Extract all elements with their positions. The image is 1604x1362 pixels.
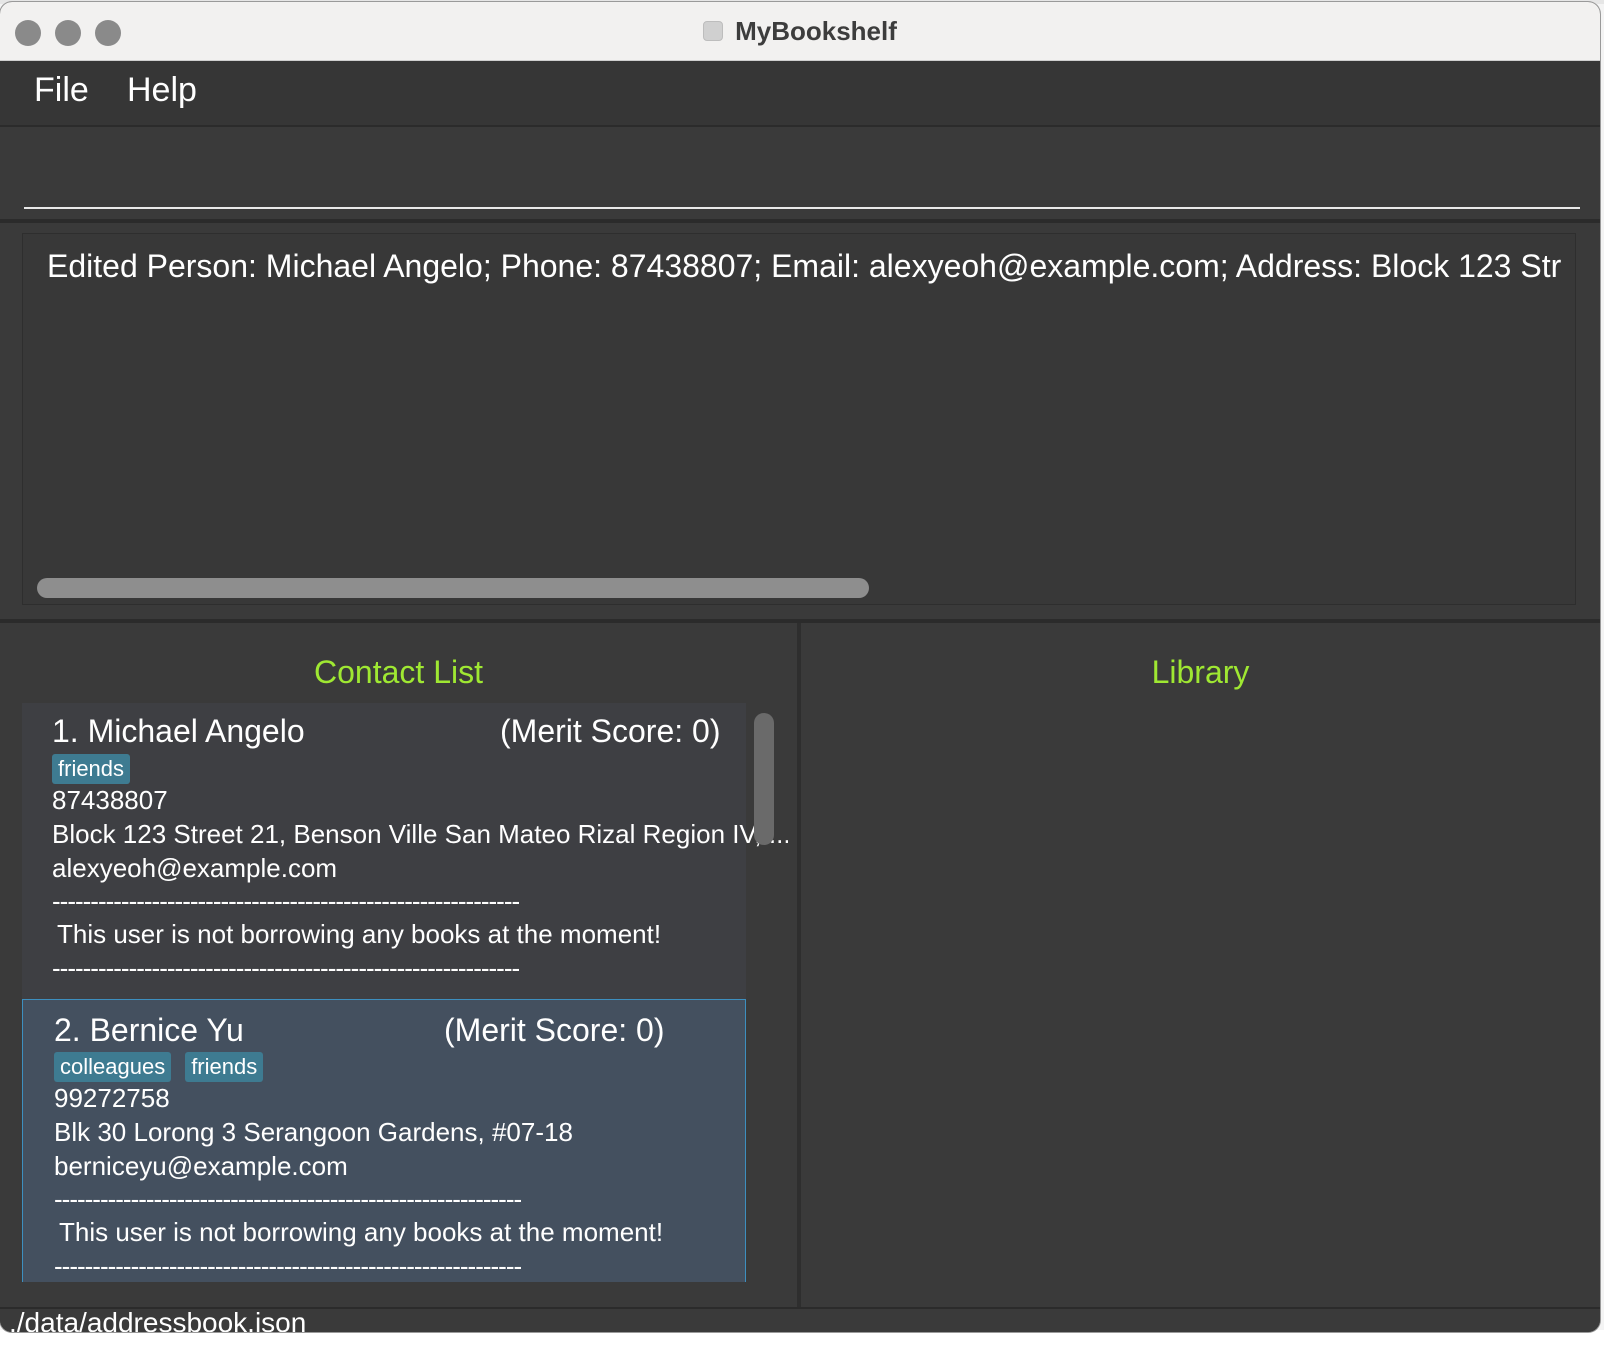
command-box (0, 127, 1600, 219)
window-title-container: MyBookshelf (0, 2, 1600, 60)
menu-file[interactable]: File (34, 71, 89, 110)
contact-list-pane: Contact List 1. Michael Angelo (Merit Sc… (0, 623, 797, 1307)
merit-score: (Merit Score: 0) (444, 1012, 665, 1048)
menu-help[interactable]: Help (127, 71, 197, 110)
contact-card[interactable]: 1. Michael Angelo (Merit Score: 0) frien… (22, 703, 788, 999)
contact-list-title: Contact List (314, 654, 483, 690)
merit-score: (Merit Score: 0) (500, 713, 721, 749)
window-title: MyBookshelf (735, 15, 897, 46)
borrow-status: This user is not borrowing any books at … (57, 919, 662, 949)
separator-line: ----------------------------------------… (52, 886, 520, 916)
result-message: Edited Person: Michael Angelo; Phone: 87… (47, 248, 1562, 284)
app-window: MyBookshelf File Help Edited Person: Mic… (0, 2, 1600, 1332)
contact-address: Blk 30 Lorong 3 Serangoon Gardens, #07-1… (54, 1117, 573, 1147)
contact-address: Block 123 Street 21, Benson Ville San Ma… (52, 819, 788, 849)
library-pane: Library (801, 623, 1600, 1307)
tag-list: colleagues friends (54, 1052, 264, 1082)
vertical-scrollbar[interactable] (754, 713, 774, 845)
tag-badge: friends (185, 1052, 264, 1082)
status-file-path: ./data/addressbook.json (9, 1307, 307, 1332)
tag-badge: friends (52, 754, 131, 784)
contact-name: 1. Michael Angelo (52, 713, 305, 749)
separator-line: ----------------------------------------… (52, 953, 520, 983)
contact-phone: 99272758 (54, 1083, 170, 1113)
result-display[interactable]: Edited Person: Michael Angelo; Phone: 87… (22, 233, 1576, 605)
library-title: Library (1151, 654, 1250, 690)
tag-list: friends (52, 754, 131, 784)
menu-bar: File Help (0, 61, 1600, 127)
desktop-background-bottom (0, 1330, 1604, 1362)
horizontal-scrollbar[interactable] (37, 578, 869, 598)
contact-name: 2. Bernice Yu (54, 1012, 244, 1048)
contact-phone: 87438807 (52, 785, 168, 815)
title-bar: MyBookshelf (0, 2, 1600, 61)
app-icon (703, 21, 724, 41)
borrow-status: This user is not borrowing any books at … (59, 1217, 664, 1247)
contact-card-selected[interactable]: 2. Bernice Yu (Merit Score: 0) colleague… (22, 999, 746, 1282)
result-display-panel: Edited Person: Michael Angelo; Phone: 87… (0, 223, 1600, 619)
contact-email: berniceyu@example.com (54, 1151, 348, 1181)
separator-line: ----------------------------------------… (54, 1251, 522, 1281)
contact-email: alexyeoh@example.com (52, 853, 338, 883)
command-input[interactable] (24, 139, 1580, 209)
separator-line: ----------------------------------------… (54, 1184, 522, 1214)
tag-badge: colleagues (54, 1052, 172, 1082)
contact-list[interactable]: 1. Michael Angelo (Merit Score: 0) frien… (22, 703, 788, 1282)
status-bar: ./data/addressbook.json (0, 1307, 1600, 1332)
